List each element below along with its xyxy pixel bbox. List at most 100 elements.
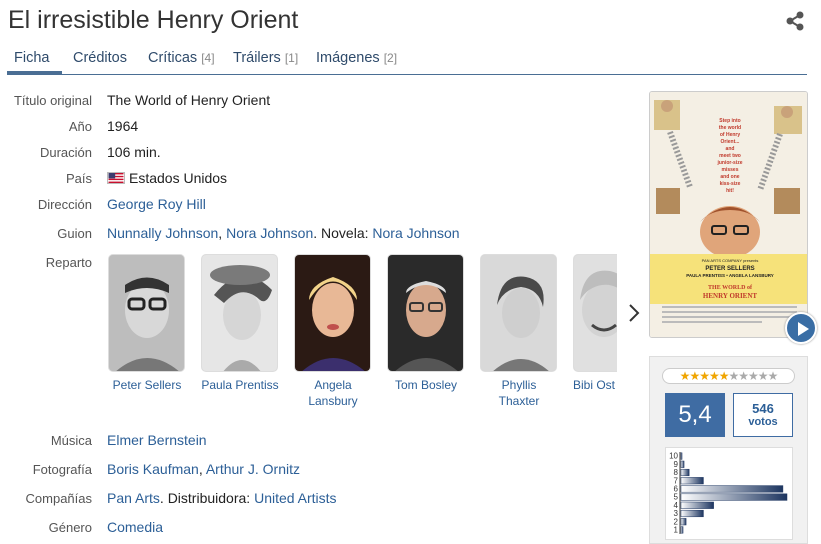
label-reparto: Reparto <box>45 255 92 270</box>
cinematographer-link[interactable]: Boris Kaufman <box>107 461 199 477</box>
histogram-bar <box>680 501 714 509</box>
value-titulo-original: The World of Henry Orient <box>107 92 271 108</box>
votes-button[interactable]: 546 votos <box>733 393 793 437</box>
star-empty-icon: ★ <box>757 369 769 383</box>
svg-text:hit!: hit! <box>726 188 734 194</box>
tab-label: Críticas <box>148 50 198 66</box>
svg-text:Orient...: Orient... <box>721 139 741 145</box>
star-empty-icon: ★ <box>767 369 779 383</box>
cast-photo <box>573 254 617 372</box>
share-icon[interactable] <box>784 10 806 32</box>
cast-photo <box>294 254 371 372</box>
cinematographer-link[interactable]: Arthur J. Ornitz <box>206 461 300 477</box>
cast-member[interactable]: Bibi Ost <box>573 254 617 393</box>
label-companias: Compañías <box>25 491 92 506</box>
writer-link[interactable]: Nora Johnson <box>226 225 313 241</box>
director-link[interactable]: George Roy Hill <box>107 196 206 212</box>
histogram-bar <box>680 460 685 468</box>
cast-name: Tom Bosley <box>394 378 458 392</box>
movie-poster[interactable]: Step into the world of Henry Orient... a… <box>649 91 808 338</box>
value-fotografia: Boris Kaufman, Arthur J. Ornitz <box>107 461 300 477</box>
country-name: Estados Unidos <box>129 170 228 186</box>
svg-text:misses: misses <box>722 167 739 173</box>
cast-name: Paula Prentiss <box>201 378 279 392</box>
label-duracion: Duración <box>39 145 92 160</box>
cast-name: Bibi Ost <box>573 378 616 392</box>
label-titulo-original: Título original <box>13 93 92 108</box>
writer-link[interactable]: Nunnally Johnson <box>107 225 218 241</box>
cast-member[interactable]: Paula Prentiss <box>201 254 279 393</box>
separator: , <box>198 461 203 477</box>
histogram-bar <box>680 468 690 477</box>
novel-prefix: . Novela: <box>313 225 369 241</box>
star-filled-icon: ★ <box>708 369 720 383</box>
svg-text:meet two: meet two <box>719 153 741 159</box>
distributor-prefix: . Distribuidora: <box>159 490 251 506</box>
label-direccion: Dirección <box>37 197 92 212</box>
svg-text:PAN ARTS COMPANY presents: PAN ARTS COMPANY presents <box>702 258 759 263</box>
cast-photo <box>201 254 278 372</box>
histogram-bar <box>680 452 683 460</box>
cast-member[interactable]: Angela Lansbury <box>294 254 372 409</box>
star-filled-icon: ★ <box>689 369 700 383</box>
svg-text:HENRY ORIENT: HENRY ORIENT <box>703 292 757 300</box>
votes-label: votos <box>748 416 778 428</box>
tab-label: Créditos <box>73 50 127 66</box>
cast-member[interactable]: Phyllis Thaxter <box>480 254 558 409</box>
svg-text:PAULA PRENTISS • ANGELA LANSBU: PAULA PRENTISS • ANGELA LANSBURY <box>686 273 774 278</box>
average-score: 5,4 <box>665 393 725 437</box>
histogram-bar <box>680 526 684 534</box>
novel-author-link[interactable]: Nora Johnson <box>372 225 459 241</box>
chevron-right-icon[interactable] <box>627 302 641 324</box>
cast-name: Angela Lansbury <box>308 378 358 408</box>
histogram-bar <box>680 509 704 518</box>
svg-text:Step into: Step into <box>719 118 740 124</box>
page-title: El irresistible Henry Orient <box>8 6 299 34</box>
cast-member[interactable]: Tom Bosley <box>387 254 465 393</box>
svg-text:and: and <box>726 146 735 152</box>
us-flag-icon <box>107 172 125 184</box>
distributor-link[interactable]: United Artists <box>254 490 336 506</box>
value-anio: 1964 <box>107 118 139 134</box>
label-anio: Año <box>68 119 92 134</box>
tab-imagenes[interactable]: Imágenes [2] <box>316 50 397 66</box>
rating-histogram: 10 9 8 7 6 5 4 3 2 1 <box>665 447 793 540</box>
star-filled-icon: ★ <box>679 369 691 383</box>
value-pais: Estados Unidos <box>107 170 227 186</box>
label-musica: Música <box>50 433 92 448</box>
tab-criticas[interactable]: Críticas [4] <box>148 50 215 66</box>
star-filled-icon: ★ <box>718 369 730 383</box>
histogram-bar <box>680 518 687 526</box>
value-guion: Nunnally Johnson, Nora Johnson. Novela: … <box>107 225 460 241</box>
tab-bar: Ficha Créditos Críticas [4] Tráilers [1]… <box>7 48 807 75</box>
histogram-label: 1 <box>674 526 679 535</box>
svg-text:kiss-size: kiss-size <box>720 181 741 187</box>
tab-count: [1] <box>284 51 299 65</box>
histogram-bar <box>680 477 704 485</box>
svg-text:PETER SELLERS: PETER SELLERS <box>705 266 754 272</box>
tab-count: [4] <box>201 51 215 65</box>
tab-label: Tráilers <box>233 50 281 66</box>
svg-text:junior-size: junior-size <box>716 160 742 166</box>
company-link[interactable]: Pan Arts <box>107 490 160 506</box>
cast-photo <box>387 254 464 372</box>
cast-name: Peter Sellers <box>112 378 182 392</box>
svg-text:THE WORLD of: THE WORLD of <box>708 285 753 291</box>
cast-name: Phyllis Thaxter <box>498 378 540 408</box>
votes-count: 546 <box>752 401 774 416</box>
poster-artwork: Step into the world of Henry Orient... a… <box>650 92 807 337</box>
tab-creditos[interactable]: Créditos <box>73 50 127 66</box>
active-tab-indicator <box>7 71 62 74</box>
composer-link[interactable]: Elmer Bernstein <box>107 432 207 448</box>
label-pais: País <box>65 171 92 186</box>
genre-link[interactable]: Comedia <box>107 519 163 535</box>
play-trailer-icon[interactable] <box>785 312 817 344</box>
star-empty-icon: ★ <box>728 369 740 383</box>
tab-trailers[interactable]: Tráilers [1] <box>233 50 298 66</box>
star-empty-icon: ★ <box>748 369 759 383</box>
tab-count: [2] <box>383 51 398 65</box>
label-fotografia: Fotografía <box>32 462 92 477</box>
cast-member[interactable]: Peter Sellers <box>108 254 186 393</box>
tab-ficha[interactable]: Ficha <box>14 50 49 66</box>
svg-text:and one: and one <box>720 174 739 180</box>
